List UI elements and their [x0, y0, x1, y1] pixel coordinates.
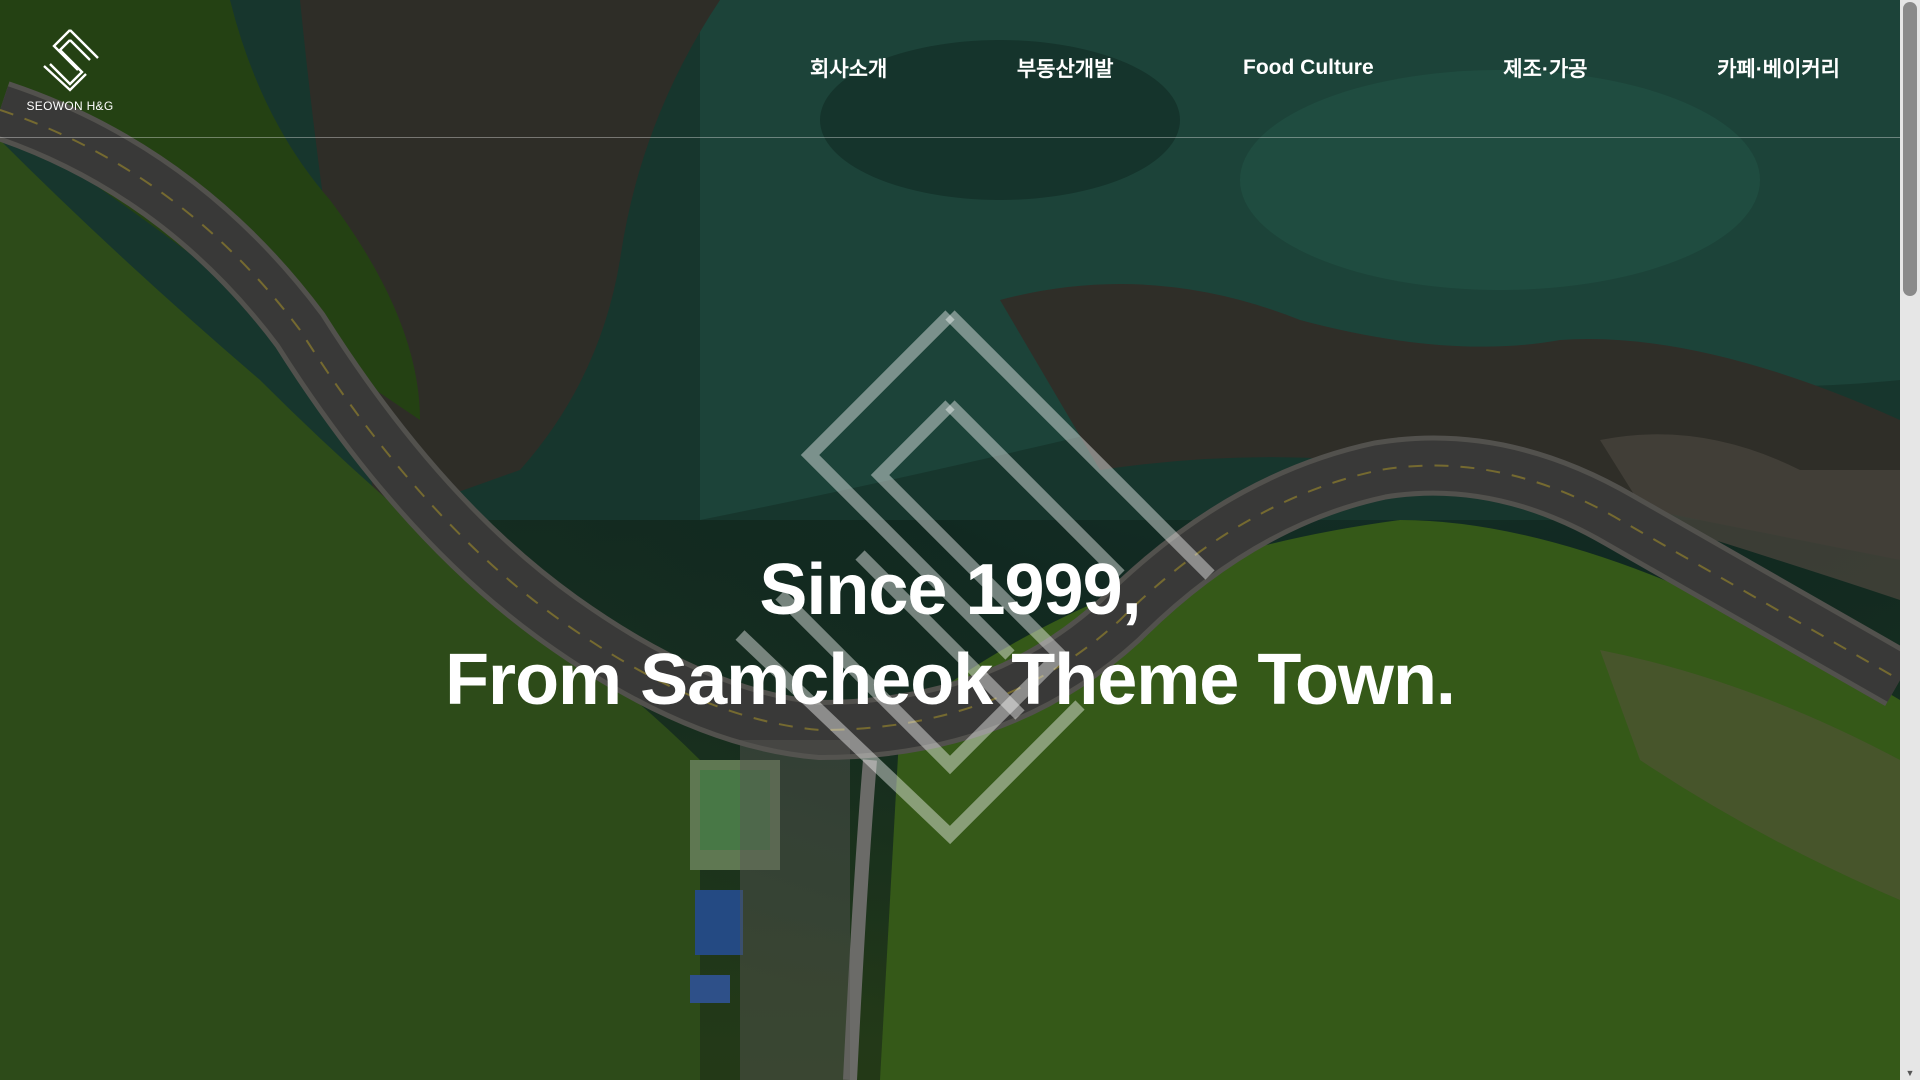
scroll-down-arrow-icon[interactable]: ▼ [1900, 1066, 1920, 1080]
logo-text: SEOWON H&G [26, 99, 114, 113]
header-divider [0, 137, 1900, 138]
hero-line-2: From Samcheok Theme Town. [445, 640, 1456, 720]
nav-item-cafe-bakery[interactable]: 카페·베이커리 [1667, 53, 1890, 83]
nav-item-manufacturing[interactable]: 제조·가공 [1453, 53, 1637, 83]
nav-item-real-estate[interactable]: 부동산개발 [967, 53, 1164, 83]
scrollbar-thumb[interactable] [1903, 2, 1917, 296]
logo[interactable]: SEOWON H&G [24, 28, 116, 113]
hero-line-1: Since 1999, [759, 550, 1141, 630]
main-nav: 회사소개 부동산개발 Food Culture 제조·가공 카페·베이커리 [760, 50, 1890, 86]
hero-headline: Since 1999, From Samcheok Theme Town. [0, 545, 1900, 725]
hero-section: SEOWON H&G 회사소개 부동산개발 Food Culture 제조·가공… [0, 0, 1900, 1080]
page-scrollbar[interactable]: ▼ [1900, 0, 1920, 1080]
nav-item-company[interactable]: 회사소개 [760, 53, 937, 83]
seowon-diamond-logo-icon [43, 29, 99, 92]
nav-item-food-culture[interactable]: Food Culture [1193, 56, 1424, 80]
